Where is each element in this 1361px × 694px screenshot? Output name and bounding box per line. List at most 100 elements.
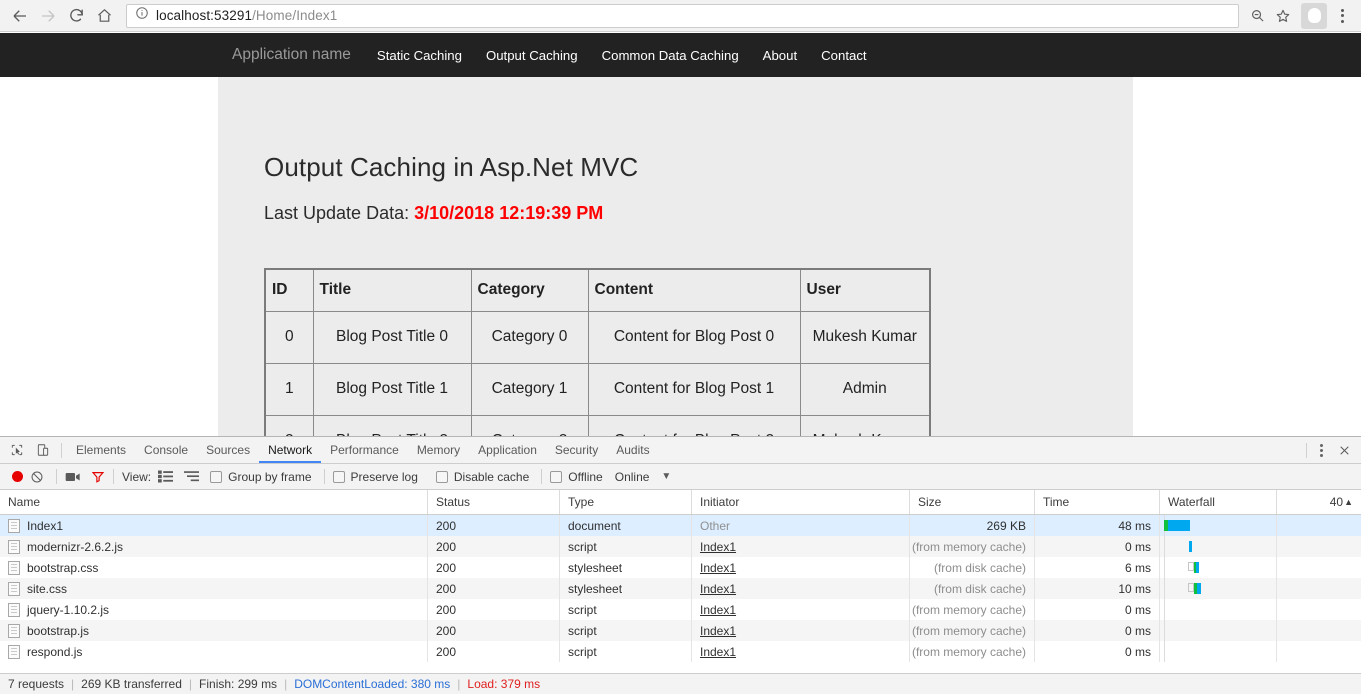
col-header-user: User <box>799 269 931 312</box>
network-row-respond-js[interactable]: respond.js 200 script Index1 (from memor… <box>0 641 1361 662</box>
browser-toolbar: localhost:53291/Home/Index1 <box>0 0 1361 32</box>
request-name-cell[interactable]: jquery-1.10.2.js <box>0 599 428 620</box>
filter-icon[interactable] <box>91 470 105 484</box>
show-overview-icon[interactable] <box>184 470 200 483</box>
group-by-frame-checkbox[interactable] <box>210 470 223 483</box>
tab-application[interactable]: Application <box>469 437 546 463</box>
col-header-size[interactable]: Size <box>910 490 1035 514</box>
offline-option[interactable]: Offline <box>550 470 603 484</box>
bookmark-star-icon[interactable] <box>1271 4 1295 28</box>
disable-cache-checkbox[interactable] <box>435 470 448 483</box>
col-header-type[interactable]: Type <box>560 490 692 514</box>
tab-security[interactable]: Security <box>546 437 607 463</box>
request-initiator[interactable]: Index1 <box>692 620 910 641</box>
status-divider: | <box>188 677 193 691</box>
nav-item-static-caching[interactable]: Static Caching <box>365 48 474 63</box>
col-header-time[interactable]: Time <box>1035 490 1160 514</box>
zoom-out-icon[interactable] <box>1245 4 1269 28</box>
extension-icon[interactable] <box>1301 2 1327 29</box>
request-name-cell[interactable]: site.css <box>0 578 428 599</box>
devtools-more-icon[interactable] <box>1312 443 1331 457</box>
request-name-cell[interactable]: respond.js <box>0 641 428 662</box>
reload-icon[interactable] <box>62 2 90 30</box>
chrome-menu-icon[interactable] <box>1329 2 1355 30</box>
request-type: script <box>560 641 692 662</box>
device-toolbar-icon[interactable] <box>30 438 56 463</box>
chevron-down-icon[interactable]: ▼ <box>661 471 671 482</box>
toolbar-divider-2 <box>113 469 114 484</box>
request-initiator[interactable]: Index1 <box>692 557 910 578</box>
request-time: 0 ms <box>1035 599 1160 620</box>
script-icon <box>8 644 20 659</box>
disable-cache-option[interactable]: Disable cache <box>435 469 530 484</box>
col-header-status[interactable]: Status <box>428 490 560 514</box>
tab-network[interactable]: Network <box>259 437 322 463</box>
site-brand[interactable]: Application name <box>218 46 365 64</box>
toolbar-divider-1 <box>56 469 57 484</box>
col-header-content: Content <box>587 269 801 312</box>
request-time: 0 ms <box>1035 641 1160 662</box>
script-icon <box>8 602 20 617</box>
col-header-name[interactable]: Name <box>0 490 428 514</box>
col-header-initiator[interactable]: Initiator <box>692 490 910 514</box>
cell-id: 2 <box>264 414 314 436</box>
cell-content: Content for Blog Post 0 <box>587 310 801 364</box>
status-divider: | <box>284 677 288 691</box>
large-rows-icon[interactable] <box>158 470 174 483</box>
request-initiator[interactable]: Index1 <box>692 578 910 599</box>
tab-console[interactable]: Console <box>135 437 197 463</box>
tab-sources[interactable]: Sources <box>197 437 259 463</box>
cell-category: Category 0 <box>470 310 589 364</box>
col-header-waterfall[interactable]: Waterfall <box>1160 490 1277 514</box>
record-icon[interactable] <box>12 471 23 482</box>
page-container: Output Caching in Asp.Net MVC Last Updat… <box>218 77 1133 436</box>
tab-performance[interactable]: Performance <box>321 437 408 463</box>
group-by-frame-option[interactable]: Group by frame <box>210 470 312 484</box>
nav-item-about[interactable]: About <box>751 48 809 63</box>
request-name-cell[interactable]: bootstrap.js <box>0 620 428 641</box>
network-request-list[interactable]: Index1 200 document Other 269 KB 48 ms m… <box>0 515 1361 673</box>
clear-icon[interactable] <box>30 470 44 484</box>
offline-checkbox[interactable] <box>550 470 563 483</box>
nav-item-contact[interactable]: Contact <box>809 48 878 63</box>
address-bar[interactable]: localhost:53291/Home/Index1 <box>126 3 1239 28</box>
nav-item-output-caching[interactable]: Output Caching <box>474 48 590 63</box>
tab-audits[interactable]: Audits <box>607 437 658 463</box>
request-size: 269 KB <box>910 515 1035 536</box>
request-name-cell[interactable]: modernizr-2.6.2.js <box>0 536 428 557</box>
waterfall-label: Waterfall <box>1168 495 1215 509</box>
page-title: Output Caching in Asp.Net MVC <box>264 152 639 182</box>
devtools-panel: Elements Console Sources Network Perform… <box>0 436 1361 694</box>
waterfall-spacer <box>1277 620 1361 641</box>
network-row-bootstrap-css[interactable]: bootstrap.css 200 stylesheet Index1 (fro… <box>0 557 1361 578</box>
tab-memory[interactable]: Memory <box>408 437 469 463</box>
close-devtools-icon[interactable] <box>1331 438 1357 463</box>
site-info-icon[interactable] <box>135 6 149 25</box>
network-row-bootstrap-js[interactable]: bootstrap.js 200 script Index1 (from mem… <box>0 620 1361 641</box>
throttling-value[interactable]: Online <box>615 470 650 484</box>
tab-elements[interactable]: Elements <box>67 437 135 463</box>
request-initiator[interactable]: Index1 <box>692 641 910 662</box>
request-waterfall <box>1160 641 1277 662</box>
home-icon[interactable] <box>90 2 118 30</box>
forward-icon[interactable] <box>34 2 62 30</box>
request-name-cell[interactable]: bootstrap.css <box>0 557 428 578</box>
preserve-log-checkbox[interactable] <box>332 470 345 483</box>
capture-screenshots-icon[interactable] <box>65 471 81 483</box>
network-row-index1[interactable]: Index1 200 document Other 269 KB 48 ms <box>0 515 1361 536</box>
network-row-site-css[interactable]: site.css 200 stylesheet Index1 (from dis… <box>0 578 1361 599</box>
inspect-element-icon[interactable] <box>4 438 30 463</box>
request-initiator[interactable]: Index1 <box>692 536 910 557</box>
disable-cache-label: Disable cache <box>453 469 530 484</box>
table-header: ID Title Category Content User <box>264 269 931 312</box>
request-initiator[interactable]: Index1 <box>692 599 910 620</box>
back-icon[interactable] <box>6 2 34 30</box>
preserve-log-option[interactable]: Preserve log <box>332 470 418 484</box>
request-name-cell[interactable]: Index1 <box>0 515 428 536</box>
request-type: script <box>560 620 692 641</box>
nav-item-common-data-caching[interactable]: Common Data Caching <box>590 48 751 63</box>
request-type: stylesheet <box>560 578 692 599</box>
omnibox-actions <box>1245 4 1295 28</box>
network-row-jquery[interactable]: jquery-1.10.2.js 200 script Index1 (from… <box>0 599 1361 620</box>
network-row-modernizr[interactable]: modernizr-2.6.2.js 200 script Index1 (fr… <box>0 536 1361 557</box>
